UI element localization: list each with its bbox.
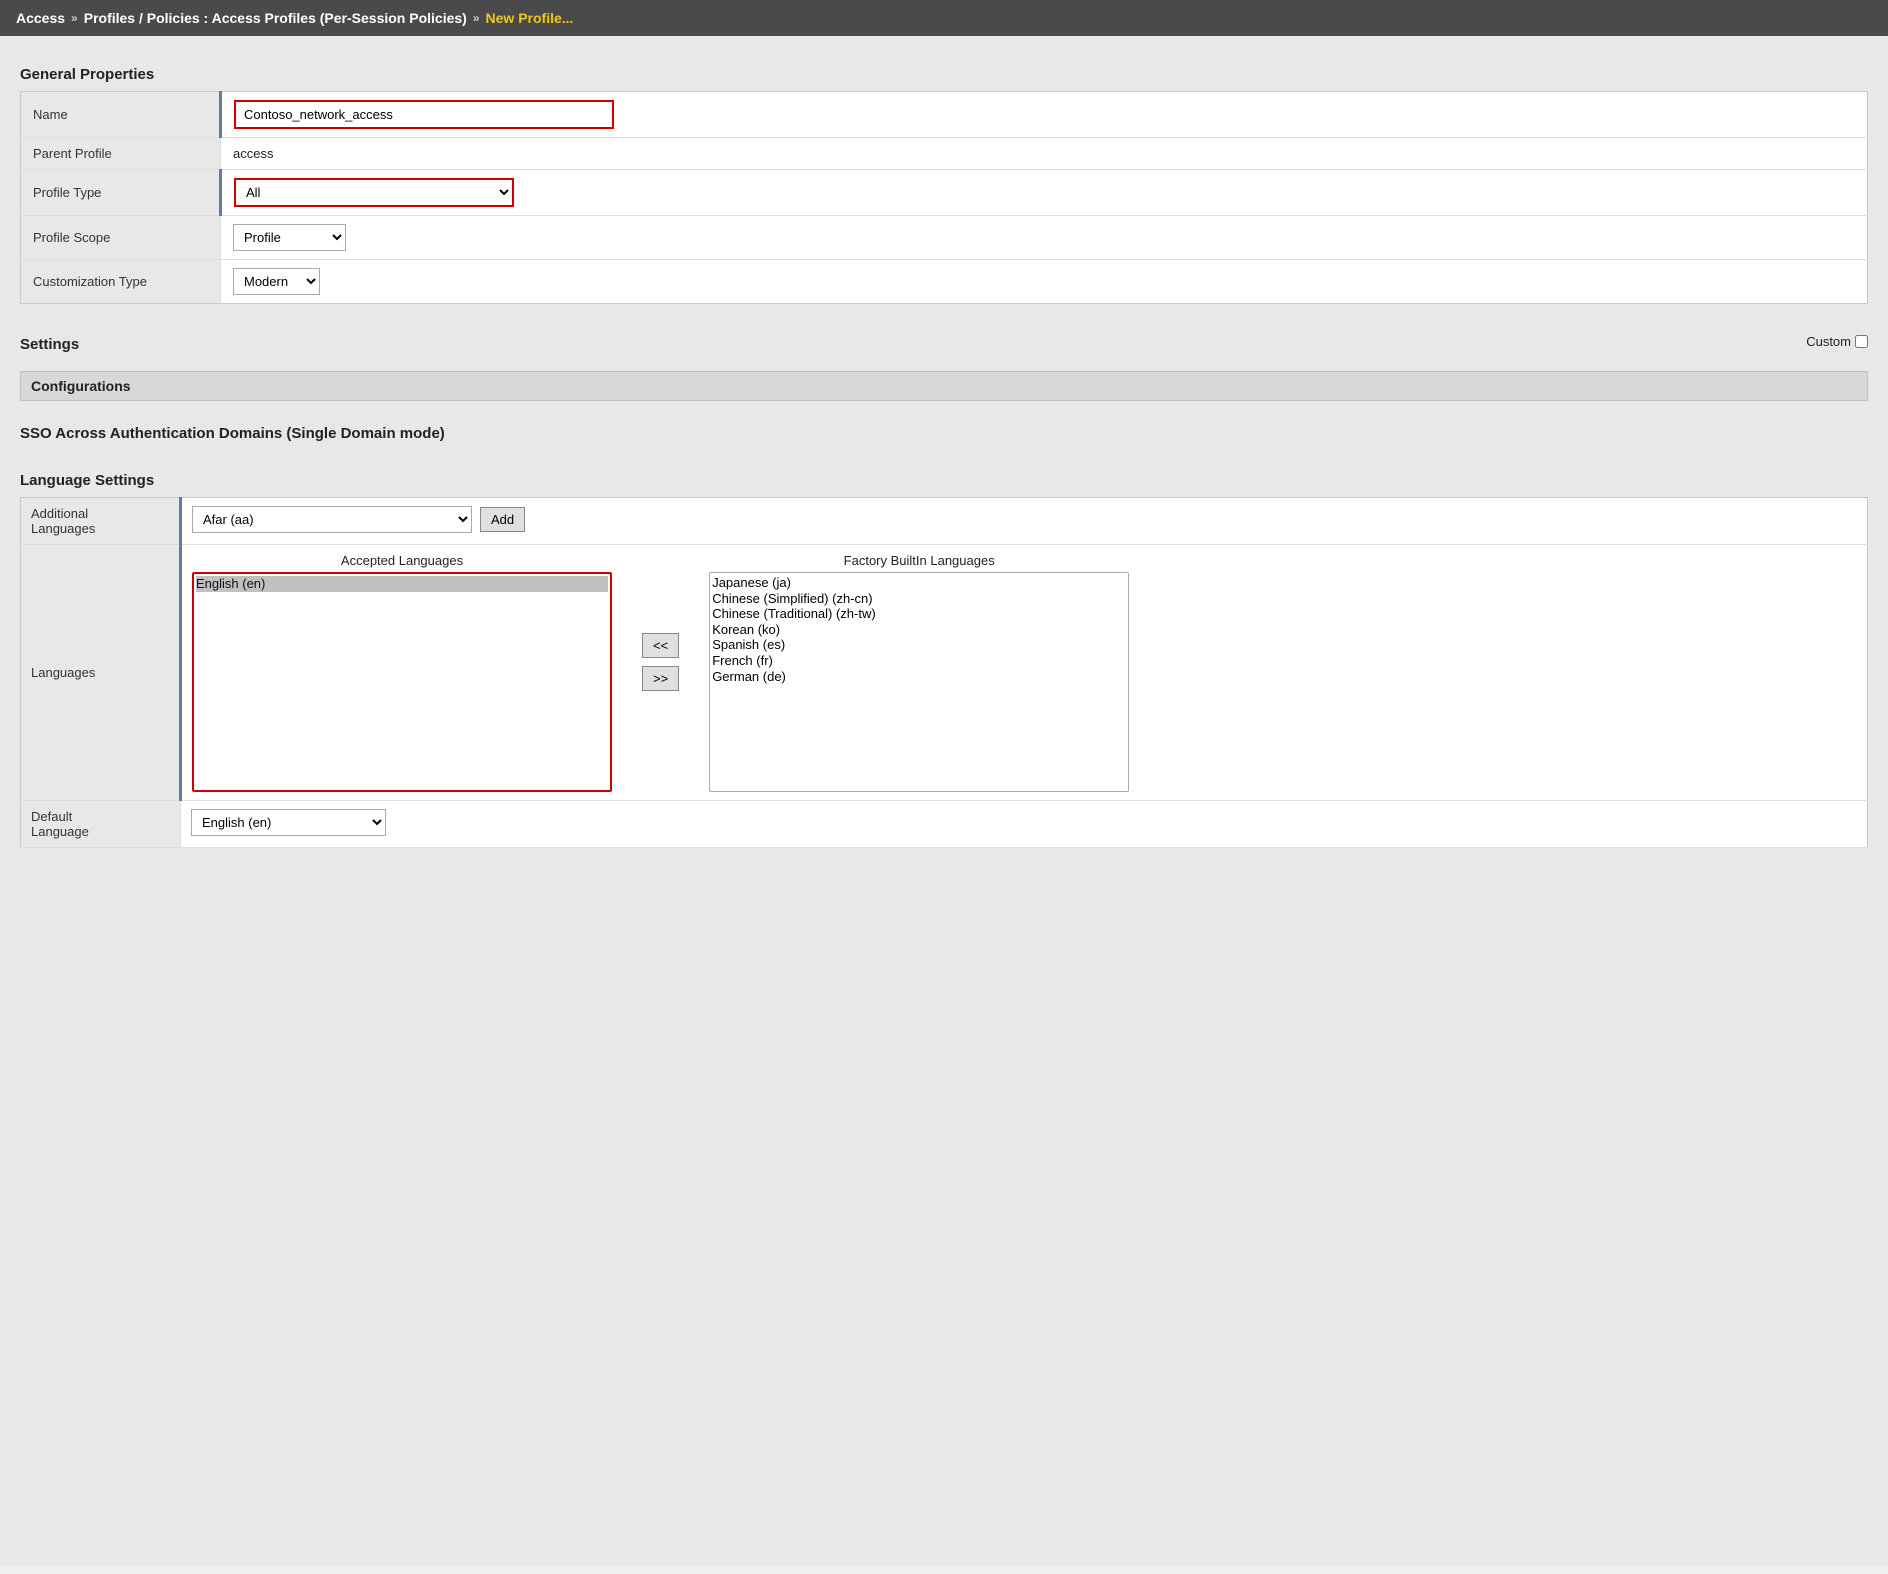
language-settings-title: Language Settings xyxy=(20,472,1868,489)
factory-languages-wrapper: Factory BuiltIn Languages Japanese (ja) … xyxy=(709,553,1129,792)
breadcrumb-profiles[interactable]: Profiles / Policies : Access Profiles (P… xyxy=(84,10,467,26)
table-row: Profile Scope Profile Virtual Server Nam… xyxy=(21,216,1868,260)
profile-type-select[interactable]: All LTM-APM SSL-VPN SWG-Explicit SWG-Tra… xyxy=(234,178,514,207)
factory-listbox-area: Japanese (ja) Chinese (Simplified) (zh-c… xyxy=(709,572,1129,792)
breadcrumb-sep-1: » xyxy=(71,11,78,25)
settings-row: Settings Custom xyxy=(20,316,1868,363)
table-row: Name xyxy=(21,92,1868,138)
custom-label: Custom xyxy=(1806,334,1851,349)
name-input[interactable] xyxy=(234,100,614,129)
breadcrumb-access[interactable]: Access xyxy=(16,10,65,26)
transfer-right-button[interactable]: >> xyxy=(642,666,679,691)
profile-scope-select[interactable]: Profile Virtual Server Named xyxy=(233,224,346,251)
languages-label: Languages xyxy=(21,545,181,801)
name-value-cell xyxy=(221,92,1868,138)
name-label: Name xyxy=(21,92,221,138)
factory-languages-label: Factory BuiltIn Languages xyxy=(844,553,995,568)
additional-lang-select[interactable]: Afar (aa) Abkhazian (ab) Avestan (ae) Af… xyxy=(192,506,472,533)
sso-title: SSO Across Authentication Domains (Singl… xyxy=(20,425,1868,442)
breadcrumb-new-profile: New Profile... xyxy=(486,10,574,26)
customization-type-select[interactable]: Modern Standard xyxy=(233,268,320,295)
general-properties-table: Name Parent Profile access Profile Type … xyxy=(20,91,1868,304)
settings-title: Settings xyxy=(20,336,79,353)
table-row: DefaultLanguage English (en) Japanese (j… xyxy=(21,801,1868,848)
transfer-left-button[interactable]: << xyxy=(642,633,679,658)
parent-profile-value: access xyxy=(221,138,1868,170)
accepted-languages-wrapper: Accepted Languages English (en) xyxy=(192,553,612,792)
profile-scope-value-cell: Profile Virtual Server Named xyxy=(221,216,1868,260)
additional-languages-label: AdditionalLanguages xyxy=(21,498,181,545)
default-language-label: DefaultLanguage xyxy=(21,801,181,848)
customization-type-value-cell: Modern Standard xyxy=(221,260,1868,304)
default-lang-row: English (en) Japanese (ja) Chinese (Simp… xyxy=(191,809,1857,836)
accepted-languages-listbox[interactable]: English (en) xyxy=(192,572,612,792)
default-language-select[interactable]: English (en) Japanese (ja) Chinese (Simp… xyxy=(191,809,386,836)
table-row: Languages Accepted Languages English (en… xyxy=(21,545,1868,801)
add-lang-row: Afar (aa) Abkhazian (ab) Avestan (ae) Af… xyxy=(192,506,1857,533)
configurations-bar: Configurations xyxy=(20,371,1868,401)
general-properties-title: General Properties xyxy=(20,66,1868,83)
languages-cell: Accepted Languages English (en) << >> xyxy=(181,545,1868,801)
table-row: AdditionalLanguages Afar (aa) Abkhazian … xyxy=(21,498,1868,545)
parent-profile-text: access xyxy=(233,146,273,161)
table-row: Profile Type All LTM-APM SSL-VPN SWG-Exp… xyxy=(21,170,1868,216)
accepted-languages-label: Accepted Languages xyxy=(341,553,463,568)
accepted-listbox-area: English (en) xyxy=(192,572,612,792)
custom-checkbox[interactable] xyxy=(1855,335,1868,348)
lang-boxes: Accepted Languages English (en) << >> xyxy=(192,553,1857,792)
table-row: Customization Type Modern Standard xyxy=(21,260,1868,304)
breadcrumb-bar: Access » Profiles / Policies : Access Pr… xyxy=(0,0,1888,36)
profile-type-label: Profile Type xyxy=(21,170,221,216)
table-row: Parent Profile access xyxy=(21,138,1868,170)
language-settings-table: AdditionalLanguages Afar (aa) Abkhazian … xyxy=(20,497,1868,848)
profile-scope-label: Profile Scope xyxy=(21,216,221,260)
parent-profile-label: Parent Profile xyxy=(21,138,221,170)
additional-languages-cell: Afar (aa) Abkhazian (ab) Avestan (ae) Af… xyxy=(181,498,1868,545)
customization-type-label: Customization Type xyxy=(21,260,221,304)
profile-type-value-cell: All LTM-APM SSL-VPN SWG-Explicit SWG-Tra… xyxy=(221,170,1868,216)
add-language-button[interactable]: Add xyxy=(480,507,525,532)
transfer-buttons: << >> xyxy=(642,553,679,691)
default-language-cell: English (en) Japanese (ja) Chinese (Simp… xyxy=(181,801,1868,848)
custom-area: Custom xyxy=(1806,334,1868,349)
breadcrumb-sep-2: » xyxy=(473,11,480,25)
factory-languages-listbox[interactable]: Japanese (ja) Chinese (Simplified) (zh-c… xyxy=(709,572,1129,792)
